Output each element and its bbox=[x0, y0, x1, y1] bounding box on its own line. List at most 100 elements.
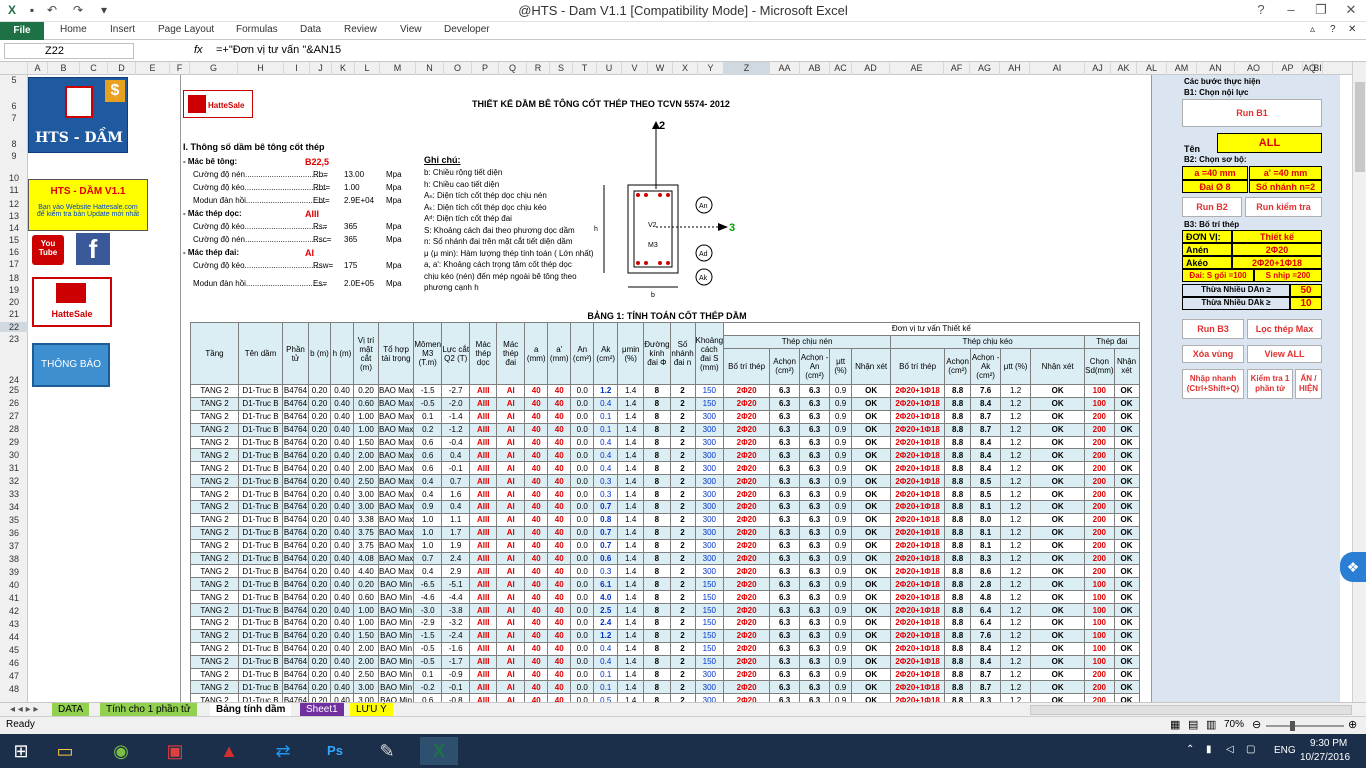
table-cell[interactable]: OK bbox=[1030, 500, 1086, 514]
table-cell[interactable]: TANG 2 bbox=[190, 628, 239, 643]
table-cell[interactable]: D1-Truc B bbox=[238, 396, 283, 411]
table-cell[interactable]: AI bbox=[496, 628, 526, 643]
table-cell[interactable]: 6.3 bbox=[769, 590, 801, 605]
table-cell[interactable]: 8 bbox=[643, 590, 671, 605]
table-cell[interactable]: 0.20 bbox=[308, 616, 331, 630]
table-cell[interactable]: 0.1 bbox=[593, 680, 619, 695]
table-cell[interactable]: 0.1 bbox=[413, 667, 443, 682]
column-header[interactable]: BI bbox=[1313, 62, 1323, 75]
table-cell[interactable]: AIII bbox=[469, 590, 498, 605]
table-cell[interactable]: 6.3 bbox=[799, 603, 831, 618]
table-cell[interactable]: B4764 bbox=[282, 500, 309, 514]
table-cell[interactable]: 8 bbox=[643, 538, 671, 553]
table-cell[interactable]: OK bbox=[851, 577, 892, 592]
table-cell[interactable]: OK bbox=[1030, 603, 1086, 618]
table-cell[interactable]: 200 bbox=[1084, 551, 1115, 566]
table-cell[interactable]: 0.0 bbox=[570, 590, 595, 605]
table-cell[interactable]: TANG 2 bbox=[190, 474, 239, 489]
table-cell[interactable]: 8.8 bbox=[944, 422, 972, 437]
table-cell[interactable]: 2.5 bbox=[593, 603, 619, 618]
row-header[interactable]: 15 bbox=[0, 235, 28, 245]
table-cell[interactable]: 2Φ20+1Φ18 bbox=[890, 538, 946, 553]
table-cell[interactable]: OK bbox=[1030, 538, 1086, 553]
table-cell[interactable]: 0.9 bbox=[829, 435, 853, 450]
table-cell[interactable]: 40 bbox=[524, 667, 549, 682]
table-cell[interactable]: 6.3 bbox=[799, 461, 831, 476]
table-cell[interactable]: OK bbox=[1030, 512, 1086, 527]
table-cell[interactable]: OK bbox=[1113, 384, 1140, 398]
column-header[interactable]: Q bbox=[499, 62, 527, 75]
table-cell[interactable]: 8 bbox=[643, 680, 671, 695]
table-cell[interactable]: 2 bbox=[669, 538, 696, 553]
table-cell[interactable]: 0.4 bbox=[593, 448, 619, 463]
table-cell[interactable]: TANG 2 bbox=[190, 396, 239, 411]
row-header[interactable]: 24 bbox=[0, 375, 28, 385]
table-cell[interactable]: 2 bbox=[669, 487, 696, 502]
table-cell[interactable]: 0.9 bbox=[413, 500, 443, 514]
table-cell[interactable]: TANG 2 bbox=[190, 590, 239, 605]
table-cell[interactable]: BAO Min bbox=[377, 603, 415, 618]
table-cell[interactable]: B4764 bbox=[282, 448, 309, 463]
table-cell[interactable]: 1.4 bbox=[617, 461, 645, 476]
table-cell[interactable]: 1.4 bbox=[617, 654, 645, 669]
table-cell[interactable]: OK bbox=[1030, 590, 1086, 605]
table-cell[interactable]: OK bbox=[1113, 551, 1140, 566]
row-header[interactable]: 41 bbox=[0, 593, 28, 603]
table-cell[interactable]: 0.20 bbox=[308, 628, 331, 643]
column-header[interactable]: R bbox=[527, 62, 550, 75]
table-cell[interactable]: 8.8 bbox=[944, 641, 972, 656]
table-cell[interactable]: 0.7 bbox=[593, 538, 619, 553]
table-cell[interactable]: 200 bbox=[1084, 461, 1115, 476]
table-cell[interactable]: 2 bbox=[669, 577, 696, 592]
table-cell[interactable]: 2 bbox=[669, 448, 696, 463]
table-cell[interactable]: 0.20 bbox=[308, 641, 331, 656]
row-header[interactable]: 21 bbox=[0, 309, 28, 319]
table-cell[interactable]: 8 bbox=[643, 384, 671, 398]
table-cell[interactable]: -2.7 bbox=[441, 384, 471, 398]
table-cell[interactable]: 0.9 bbox=[829, 616, 853, 630]
table-cell[interactable]: 6.3 bbox=[799, 667, 831, 682]
table-cell[interactable]: 1.4 bbox=[617, 667, 645, 682]
table-cell[interactable]: OK bbox=[851, 525, 892, 540]
table-cell[interactable]: 0.40 bbox=[330, 487, 354, 502]
table-cell[interactable]: TANG 2 bbox=[190, 448, 239, 463]
table-cell[interactable]: 2Φ20 bbox=[723, 551, 771, 566]
coccoc-browser-icon[interactable]: ◉ bbox=[102, 737, 140, 765]
table-cell[interactable]: -0.5 bbox=[413, 654, 443, 669]
table-cell[interactable]: 8 bbox=[643, 654, 671, 669]
table-cell[interactable]: 40 bbox=[547, 435, 572, 450]
table-cell[interactable]: 8.8 bbox=[944, 564, 972, 579]
table-cell[interactable]: 6.4 bbox=[970, 616, 1002, 630]
table-cell[interactable]: 2Φ20 bbox=[723, 538, 771, 553]
table-cell[interactable]: 8.8 bbox=[944, 667, 972, 682]
row-header[interactable]: 26 bbox=[0, 398, 28, 408]
table-cell[interactable]: B4764 bbox=[282, 396, 309, 411]
table-cell[interactable]: AIII bbox=[469, 512, 498, 527]
table-cell[interactable]: 6.3 bbox=[799, 654, 831, 669]
table-cell[interactable]: OK bbox=[1030, 435, 1086, 450]
table-cell[interactable]: 40 bbox=[524, 616, 549, 630]
table-cell[interactable]: B4764 bbox=[282, 680, 309, 695]
column-header[interactable]: AM bbox=[1167, 62, 1197, 75]
table-cell[interactable]: 200 bbox=[1084, 435, 1115, 450]
table-cell[interactable]: AIII bbox=[469, 487, 498, 502]
table-cell[interactable]: TANG 2 bbox=[190, 641, 239, 656]
param-value[interactable]: 175 bbox=[344, 261, 357, 270]
table-cell[interactable]: 0.40 bbox=[330, 538, 354, 553]
akeo-value[interactable]: 2Φ20+1Φ18 bbox=[1232, 256, 1322, 269]
column-header[interactable]: O bbox=[444, 62, 472, 75]
table-cell[interactable]: B4764 bbox=[282, 512, 309, 527]
table-cell[interactable]: 1.2 bbox=[1000, 422, 1032, 437]
table-cell[interactable]: 300 bbox=[694, 667, 725, 682]
table-cell[interactable]: 6.3 bbox=[769, 525, 801, 540]
facebook-icon[interactable]: f bbox=[76, 233, 110, 265]
table-cell[interactable]: 2Φ20 bbox=[723, 512, 771, 527]
table-cell[interactable]: AI bbox=[496, 641, 526, 656]
table-cell[interactable]: 8.4 bbox=[970, 461, 1002, 476]
table-cell[interactable]: 0.9 bbox=[829, 564, 853, 579]
table-cell[interactable]: OK bbox=[1113, 525, 1140, 540]
table-cell[interactable]: AIII bbox=[469, 435, 498, 450]
table-cell[interactable]: 2 bbox=[669, 384, 696, 398]
row-header[interactable]: 12 bbox=[0, 199, 28, 209]
table-cell[interactable]: TANG 2 bbox=[190, 616, 239, 630]
